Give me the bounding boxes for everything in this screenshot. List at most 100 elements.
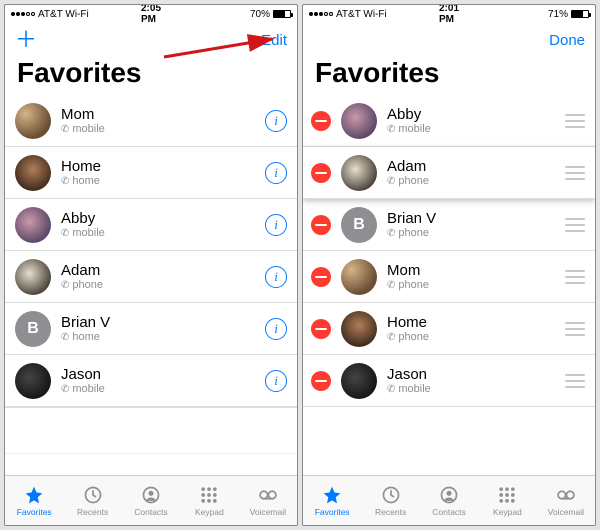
contact-type: home	[72, 331, 100, 343]
tab-keypad[interactable]: Keypad	[180, 476, 238, 525]
tab-recents[interactable]: Recents	[361, 476, 419, 525]
favorite-row[interactable]: Home ✆home i	[5, 147, 297, 199]
contact-type: mobile	[72, 227, 104, 239]
avatar: B	[15, 311, 51, 347]
info-button[interactable]: i	[265, 318, 287, 340]
info-button[interactable]: i	[265, 214, 287, 236]
battery-pct: 71%	[548, 9, 568, 20]
favorite-row[interactable]: Abby ✆mobile i	[5, 199, 297, 251]
reorder-handle[interactable]	[565, 166, 585, 180]
tab-keypad[interactable]: Keypad	[478, 476, 536, 525]
tab-label: Voicemail	[548, 507, 584, 517]
contact-type: mobile	[398, 383, 430, 395]
tab-contacts[interactable]: Contacts	[122, 476, 180, 525]
info-button[interactable]: i	[265, 162, 287, 184]
favorite-row-edit[interactable]: Abby ✆mobile	[303, 95, 595, 147]
phone-icon: ✆	[61, 176, 69, 187]
avatar	[15, 259, 51, 295]
delete-button[interactable]	[311, 371, 331, 391]
signal-icon	[11, 12, 35, 16]
contact-name: Adam	[61, 262, 265, 279]
contact-type: mobile	[398, 123, 430, 135]
tab-label: Keypad	[493, 507, 522, 517]
favorite-row-edit[interactable]: Jason ✆mobile	[303, 355, 595, 407]
avatar: B	[341, 207, 377, 243]
favorites-list-editing: Abby ✆mobile Adam ✆phone B Brian V ✆phon…	[303, 95, 595, 475]
add-button[interactable]: ＋	[15, 29, 37, 51]
favorite-row-edit[interactable]: Adam ✆phone	[303, 147, 595, 199]
avatar	[341, 363, 377, 399]
phone-icon: ✆	[61, 228, 69, 239]
favorite-row-edit[interactable]: Home ✆phone	[303, 303, 595, 355]
phone-icon: ✆	[61, 124, 69, 135]
tab-label: Recents	[77, 507, 108, 517]
status-bar: AT&T Wi-Fi 2:01 PM 71%	[303, 5, 595, 23]
contact-name: Mom	[61, 106, 265, 123]
reorder-handle[interactable]	[565, 322, 585, 336]
contact-type: phone	[72, 279, 103, 291]
contact-type: mobile	[72, 123, 104, 135]
contact-name: Adam	[387, 158, 561, 175]
tab-favorites[interactable]: Favorites	[303, 476, 361, 525]
info-button[interactable]: i	[265, 110, 287, 132]
favorite-row-edit[interactable]: B Brian V ✆phone	[303, 199, 595, 251]
info-button[interactable]: i	[265, 266, 287, 288]
tab-label: Voicemail	[250, 507, 286, 517]
tab-contacts[interactable]: Contacts	[420, 476, 478, 525]
delete-button[interactable]	[311, 319, 331, 339]
delete-button[interactable]	[311, 215, 331, 235]
contact-type: phone	[398, 279, 429, 291]
tab-recents[interactable]: Recents	[63, 476, 121, 525]
contact-name: Brian V	[61, 314, 265, 331]
phone-icon: ✆	[61, 384, 69, 395]
delete-button[interactable]	[311, 111, 331, 131]
reorder-handle[interactable]	[565, 374, 585, 388]
delete-button[interactable]	[311, 163, 331, 183]
favorites-list: Mom ✆mobile i Home ✆home i Abby ✆mobile …	[5, 95, 297, 475]
tab-label: Favorites	[17, 507, 52, 517]
phone-icon: ✆	[387, 228, 395, 239]
avatar	[341, 311, 377, 347]
contact-name: Home	[387, 314, 561, 331]
contact-type: home	[72, 175, 100, 187]
done-button[interactable]: Done	[549, 32, 585, 49]
favorite-row[interactable]: B Brian V ✆home i	[5, 303, 297, 355]
edit-button[interactable]: Edit	[261, 32, 287, 49]
avatar	[341, 155, 377, 191]
tab-voicemail[interactable]: Voicemail	[239, 476, 297, 525]
delete-button[interactable]	[311, 267, 331, 287]
contact-type: phone	[398, 175, 429, 187]
contact-type: phone	[398, 331, 429, 343]
phone-icon: ✆	[61, 280, 69, 291]
nav-bar: ＋ Edit	[5, 23, 297, 57]
contact-type: mobile	[72, 383, 104, 395]
phone-icon: ✆	[387, 332, 395, 343]
favorite-row-edit[interactable]: Mom ✆phone	[303, 251, 595, 303]
battery-icon	[571, 10, 589, 18]
favorite-row[interactable]: Mom ✆mobile i	[5, 95, 297, 147]
info-button[interactable]: i	[265, 370, 287, 392]
contact-name: Jason	[61, 366, 265, 383]
tab-bar: Favorites RecentsContacts Keypad Voicemail	[303, 475, 595, 525]
tab-favorites[interactable]: Favorites	[5, 476, 63, 525]
contact-type: phone	[398, 227, 429, 239]
phone-right: AT&T Wi-Fi 2:01 PM 71% Done Favorites Ab…	[302, 4, 596, 526]
contact-name: Mom	[387, 262, 561, 279]
favorite-row[interactable]: Adam ✆phone i	[5, 251, 297, 303]
tab-voicemail[interactable]: Voicemail	[537, 476, 595, 525]
reorder-handle[interactable]	[565, 218, 585, 232]
avatar	[15, 155, 51, 191]
phone-icon: ✆	[387, 124, 395, 135]
phone-icon: ✆	[387, 280, 395, 291]
avatar	[341, 103, 377, 139]
tab-label: Contacts	[134, 507, 168, 517]
clock: 2:05 PM	[141, 4, 161, 25]
reorder-handle[interactable]	[565, 270, 585, 284]
tab-label: Favorites	[315, 507, 350, 517]
contact-name: Jason	[387, 366, 561, 383]
carrier-label: AT&T Wi-Fi	[336, 9, 387, 20]
contact-name: Brian V	[387, 210, 561, 227]
page-title: Favorites	[315, 57, 583, 89]
favorite-row[interactable]: Jason ✆mobile i	[5, 355, 297, 407]
reorder-handle[interactable]	[565, 114, 585, 128]
